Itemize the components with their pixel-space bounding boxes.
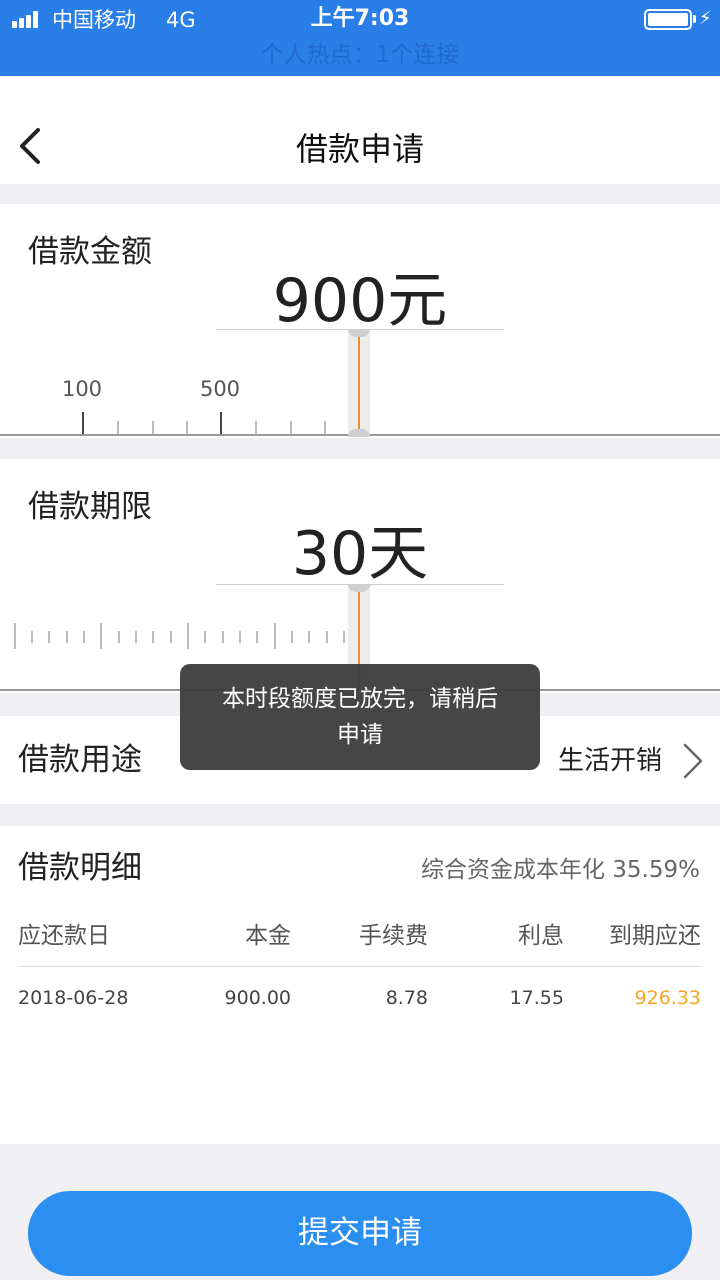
ruler-tick (326, 631, 328, 643)
purpose-value: 生活开销 (557, 746, 662, 776)
column-header-due-date: 应还款日 (18, 923, 110, 949)
cell-principal: 900.00 (224, 987, 291, 1009)
term-slider[interactable] (0, 459, 720, 693)
hotspot-banner[interactable]: 个人热点：1个连接 (0, 40, 720, 70)
ruler-tick (239, 631, 241, 643)
amount-section: 借款金额 900元 100 500 (0, 204, 720, 438)
ruler-tick (274, 623, 276, 649)
ruler-tick (220, 412, 222, 434)
ruler-tick (82, 412, 84, 434)
battery-cap (693, 15, 696, 23)
loan-detail-section: 借款明细 综合资金成本年化 35.59% 应还款日 本金 手续费 利息 到期应还… (0, 826, 720, 1144)
column-header-fee: 手续费 (359, 923, 428, 949)
toast-line-2: 申请 (337, 722, 383, 748)
ruler-tick (255, 421, 257, 434)
table-header-divider (18, 966, 702, 967)
submit-button[interactable]: 提交申请 (28, 1191, 692, 1276)
term-section: 借款期限 30天 (0, 459, 720, 693)
status-time: 上午7:03 (310, 6, 410, 31)
ruler-tick (204, 631, 206, 643)
column-header-principal: 本金 (245, 923, 291, 949)
cell-total-due: 926.33 (634, 987, 701, 1009)
detail-title: 借款明细 (18, 850, 142, 886)
charging-icon: ⚡ (699, 8, 712, 29)
annual-rate: 综合资金成本年化 35.59% (420, 857, 700, 883)
column-header-interest: 利息 (518, 923, 564, 949)
ruler-tick (135, 631, 137, 643)
ruler-tick (66, 631, 68, 643)
ruler-tick (100, 623, 102, 649)
ruler-tick (14, 623, 16, 649)
ruler-tick (324, 421, 326, 434)
column-header-total-due: 到期应还 (609, 923, 701, 949)
ruler-tick (152, 631, 154, 643)
battery-icon (644, 9, 692, 30)
ruler-tick (48, 631, 50, 643)
purpose-label: 借款用途 (18, 742, 142, 778)
ruler-tick (308, 631, 310, 643)
cell-interest: 17.55 (509, 987, 564, 1009)
status-bar: 中国移动 4G 上午7:03 ⚡ 个人热点：1个连接 (0, 0, 720, 76)
amount-slider[interactable]: 100 500 (0, 204, 720, 438)
chevron-right-icon (683, 743, 703, 779)
toast-line-1: 本时段额度已放完，请稍后 (222, 686, 498, 712)
quota-toast: 本时段额度已放完，请稍后 申请 (180, 664, 540, 770)
page-title: 借款申请 (295, 130, 424, 168)
ruler-tick (256, 631, 258, 643)
ruler-tick (290, 421, 292, 434)
ruler-tick (31, 631, 33, 643)
ruler-tick (152, 421, 154, 434)
amount-slider-handle[interactable] (348, 329, 370, 437)
nav-bar: 借款申请 (0, 76, 720, 184)
cell-due-date: 2018-06-28 (18, 987, 129, 1009)
ruler-tick (186, 421, 188, 434)
ruler-tick (187, 623, 189, 649)
ruler-tick (222, 631, 224, 643)
ruler-tick (117, 421, 119, 434)
ruler-label-100: 100 (61, 377, 103, 401)
ruler-tick (83, 631, 85, 643)
ruler-tick (343, 631, 345, 643)
ruler-tick (118, 631, 120, 643)
cell-fee: 8.78 (385, 987, 428, 1009)
ruler-tick (291, 631, 293, 643)
ruler-tick (170, 631, 172, 643)
ruler-label-500: 500 (199, 377, 241, 401)
